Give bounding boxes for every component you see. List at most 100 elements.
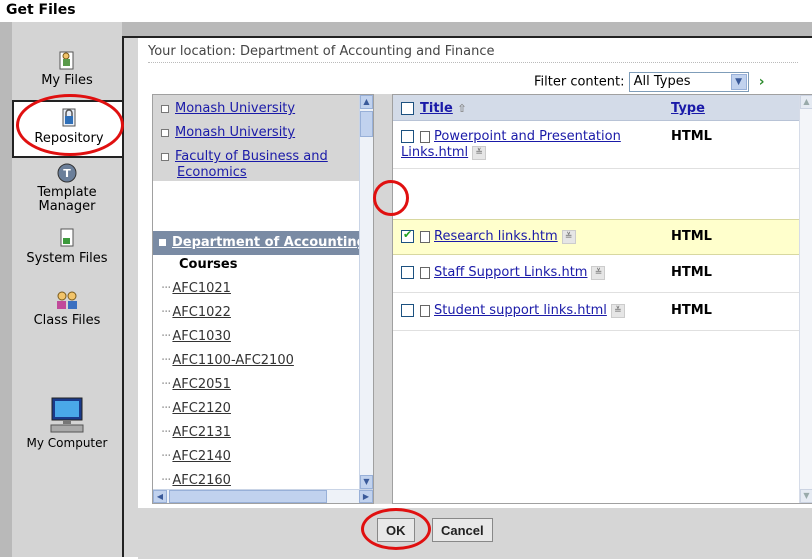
selected-node-label: Department of Accounting and Finance xyxy=(172,235,363,250)
tree-connector: ··· xyxy=(161,449,171,464)
file-name[interactable]: Research links.htm xyxy=(434,229,558,244)
tree-node-monash-1[interactable]: Monash University xyxy=(161,101,295,116)
tree-connector: ··· xyxy=(161,353,171,368)
context-menu-icon[interactable]: ≚ xyxy=(610,303,625,318)
filter-value: All Types xyxy=(633,74,691,89)
course-link[interactable]: AFC2120 xyxy=(172,401,231,416)
select-all-checkbox[interactable] xyxy=(401,102,414,115)
type-column-header[interactable]: Type xyxy=(671,101,705,116)
window-title: Get Files xyxy=(0,0,812,22)
course-item[interactable]: ··· AFC2120 xyxy=(161,401,231,416)
nav-item-my-files[interactable]: My Files xyxy=(12,48,122,88)
document-icon xyxy=(420,130,430,143)
filter-label: Filter content: xyxy=(534,74,625,90)
tree-connector: ··· xyxy=(161,305,171,320)
panel-splitter[interactable] xyxy=(374,94,392,504)
nav-item-template-manager[interactable]: T Template Manager xyxy=(12,162,122,214)
file-name-continued[interactable]: Links.html xyxy=(401,145,468,160)
class-files-icon xyxy=(57,291,77,309)
annotation-circle-checkbox xyxy=(373,180,409,216)
course-link[interactable]: AFC2140 xyxy=(172,449,231,464)
scroll-down-icon[interactable]: ▼ xyxy=(360,475,373,489)
course-item[interactable]: ··· AFC1030 xyxy=(161,329,231,344)
context-menu-icon[interactable]: ≚ xyxy=(561,229,576,244)
filter-select[interactable]: All Types ▼ xyxy=(628,72,749,92)
content-area: Your location: Department of Accounting … xyxy=(138,38,812,508)
my-computer-icon xyxy=(50,397,84,433)
file-checkbox[interactable] xyxy=(401,266,414,279)
tree-node-selected[interactable]: Department of Accounting and Finance xyxy=(153,231,363,255)
tree-link-continued[interactable]: Economics xyxy=(177,165,247,180)
tree-link[interactable]: Monash University xyxy=(175,101,295,116)
course-item[interactable]: ··· AFC2051 xyxy=(161,377,231,392)
scroll-down-icon[interactable]: ▼ xyxy=(800,489,812,503)
scroll-left-icon[interactable]: ◀ xyxy=(153,490,167,503)
file-type: HTML xyxy=(671,303,712,318)
location-text: Your location: Department of Accounting … xyxy=(148,44,495,59)
file-checkbox[interactable] xyxy=(401,130,414,143)
course-link[interactable]: AFC2160 xyxy=(172,473,231,488)
nav-label-my-files: My Files xyxy=(41,73,93,88)
file-row[interactable]: Powerpoint and Presentation Links.html ≚ … xyxy=(393,123,801,169)
sort-ascending-icon[interactable]: ⇧ xyxy=(457,102,466,115)
course-link[interactable]: AFC1021 xyxy=(172,281,231,296)
cancel-button[interactable]: Cancel xyxy=(432,518,493,542)
annotation-circle-repository xyxy=(16,94,124,156)
course-item[interactable]: ··· AFC1022 xyxy=(161,305,231,320)
scroll-up-icon[interactable]: ▲ xyxy=(800,95,812,109)
file-name[interactable]: Powerpoint and Presentation xyxy=(434,129,621,144)
title-column-header[interactable]: Title xyxy=(420,101,453,116)
tree-connector: ··· xyxy=(161,281,171,296)
file-type: HTML xyxy=(671,265,712,280)
course-item[interactable]: ··· AFC2160 xyxy=(161,473,231,488)
nav-label-my-computer: My Computer xyxy=(26,436,108,450)
scroll-thumb[interactable] xyxy=(360,111,373,137)
course-item[interactable]: ··· AFC1021 xyxy=(161,281,231,296)
file-list-scrollbar[interactable]: ▲ ▼ xyxy=(799,95,812,503)
tree-node-faculty[interactable]: Faculty of Business and Economics xyxy=(161,149,328,181)
course-item[interactable]: ··· AFC1100-AFC2100 xyxy=(161,353,294,368)
file-row[interactable]: Student support links.html ≚ HTML xyxy=(393,293,801,331)
file-type: HTML xyxy=(671,229,712,244)
course-item[interactable]: ··· AFC2131 xyxy=(161,425,231,440)
tree-link[interactable]: Faculty of Business and xyxy=(175,149,328,164)
tree-horizontal-scrollbar[interactable]: ◀ ▶ xyxy=(153,489,373,503)
chevron-down-icon[interactable]: ▼ xyxy=(730,74,747,90)
file-row-selected[interactable]: Research links.htm≚ HTML xyxy=(393,219,801,255)
course-item[interactable]: ··· AFC2140 xyxy=(161,449,231,464)
file-name[interactable]: Staff Support Links.htm xyxy=(434,265,587,280)
course-link[interactable]: AFC2131 xyxy=(172,425,231,440)
file-name[interactable]: Student support links.html xyxy=(434,303,607,318)
tree-vertical-scrollbar[interactable]: ▲ ▼ xyxy=(359,95,373,489)
document-icon xyxy=(420,266,430,279)
nav-label-system-files: System Files xyxy=(26,251,108,266)
course-link[interactable]: AFC1030 xyxy=(172,329,231,344)
context-menu-icon[interactable]: ≚ xyxy=(472,145,487,160)
course-link[interactable]: AFC1022 xyxy=(172,305,231,320)
annotation-circle-ok xyxy=(361,508,431,550)
file-checkbox-checked[interactable] xyxy=(401,228,414,243)
file-checkbox[interactable] xyxy=(401,304,414,317)
tree-connector: ··· xyxy=(161,425,171,440)
tree-link[interactable]: Monash University xyxy=(175,125,295,140)
nav-item-my-computer[interactable]: My Computer xyxy=(12,396,122,450)
tree-node-monash-2[interactable]: Monash University xyxy=(161,125,295,140)
main-panel: Your location: Department of Accounting … xyxy=(122,36,812,559)
scroll-thumb-horizontal[interactable] xyxy=(169,490,327,503)
scroll-right-icon[interactable]: ▶ xyxy=(359,490,373,503)
tree-connector: ··· xyxy=(161,473,171,488)
file-list: Title ⇧ Type Powerpoint and Presentation… xyxy=(392,94,812,504)
scroll-up-icon[interactable]: ▲ xyxy=(360,95,373,109)
course-link[interactable]: AFC2051 xyxy=(172,377,231,392)
folder-tree: Monash University Monash University Facu… xyxy=(152,94,374,504)
tree-connector: ··· xyxy=(161,401,171,416)
course-link[interactable]: AFC1100-AFC2100 xyxy=(172,353,293,368)
nav-item-class-files[interactable]: Class Files xyxy=(12,290,122,328)
context-menu-icon[interactable]: ≚ xyxy=(591,265,606,280)
file-row[interactable]: Staff Support Links.htm ≚ HTML xyxy=(393,255,801,293)
my-files-icon xyxy=(59,51,74,70)
button-bar: OK Cancel xyxy=(138,508,812,559)
go-arrow-icon[interactable]: › xyxy=(759,74,765,90)
nav-label-template-manager-2: Manager xyxy=(38,199,96,214)
nav-item-system-files[interactable]: System Files xyxy=(12,226,122,266)
